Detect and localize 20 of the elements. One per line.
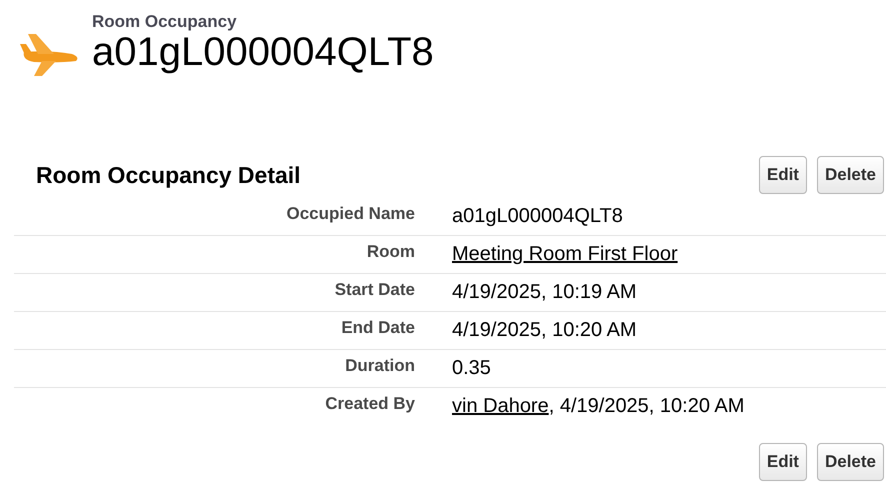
field-label: Room — [366, 242, 415, 262]
field-label: Duration — [344, 356, 415, 376]
record-link[interactable]: vin Dahore — [452, 395, 549, 417]
delete-button[interactable]: Delete — [816, 156, 884, 194]
edit-button[interactable]: Edit — [758, 156, 807, 194]
field-label: End Date — [340, 318, 415, 338]
field-label: Created By — [324, 394, 415, 414]
field-label: Occupied Name — [286, 204, 415, 224]
record-title: a01gL000004QLT8 — [92, 30, 434, 74]
object-type-label: Room Occupancy — [92, 12, 238, 32]
field-value: 4/19/2025, 10:20 AM — [452, 319, 637, 341]
field-value: 0.35 — [452, 357, 491, 379]
field-value: 4/19/2025, 10:19 AM — [452, 281, 637, 303]
record-link[interactable]: Meeting Room First Floor — [452, 243, 678, 265]
section-title: Room Occupancy Detail — [36, 162, 301, 188]
field-value: a01gL000004QLT8 — [452, 205, 623, 227]
edit-button[interactable]: Edit — [758, 443, 807, 481]
field-label: Start Date — [334, 280, 415, 300]
delete-button[interactable]: Delete — [816, 443, 884, 481]
field-value: , 4/19/2025, 10:20 AM — [548, 395, 744, 417]
